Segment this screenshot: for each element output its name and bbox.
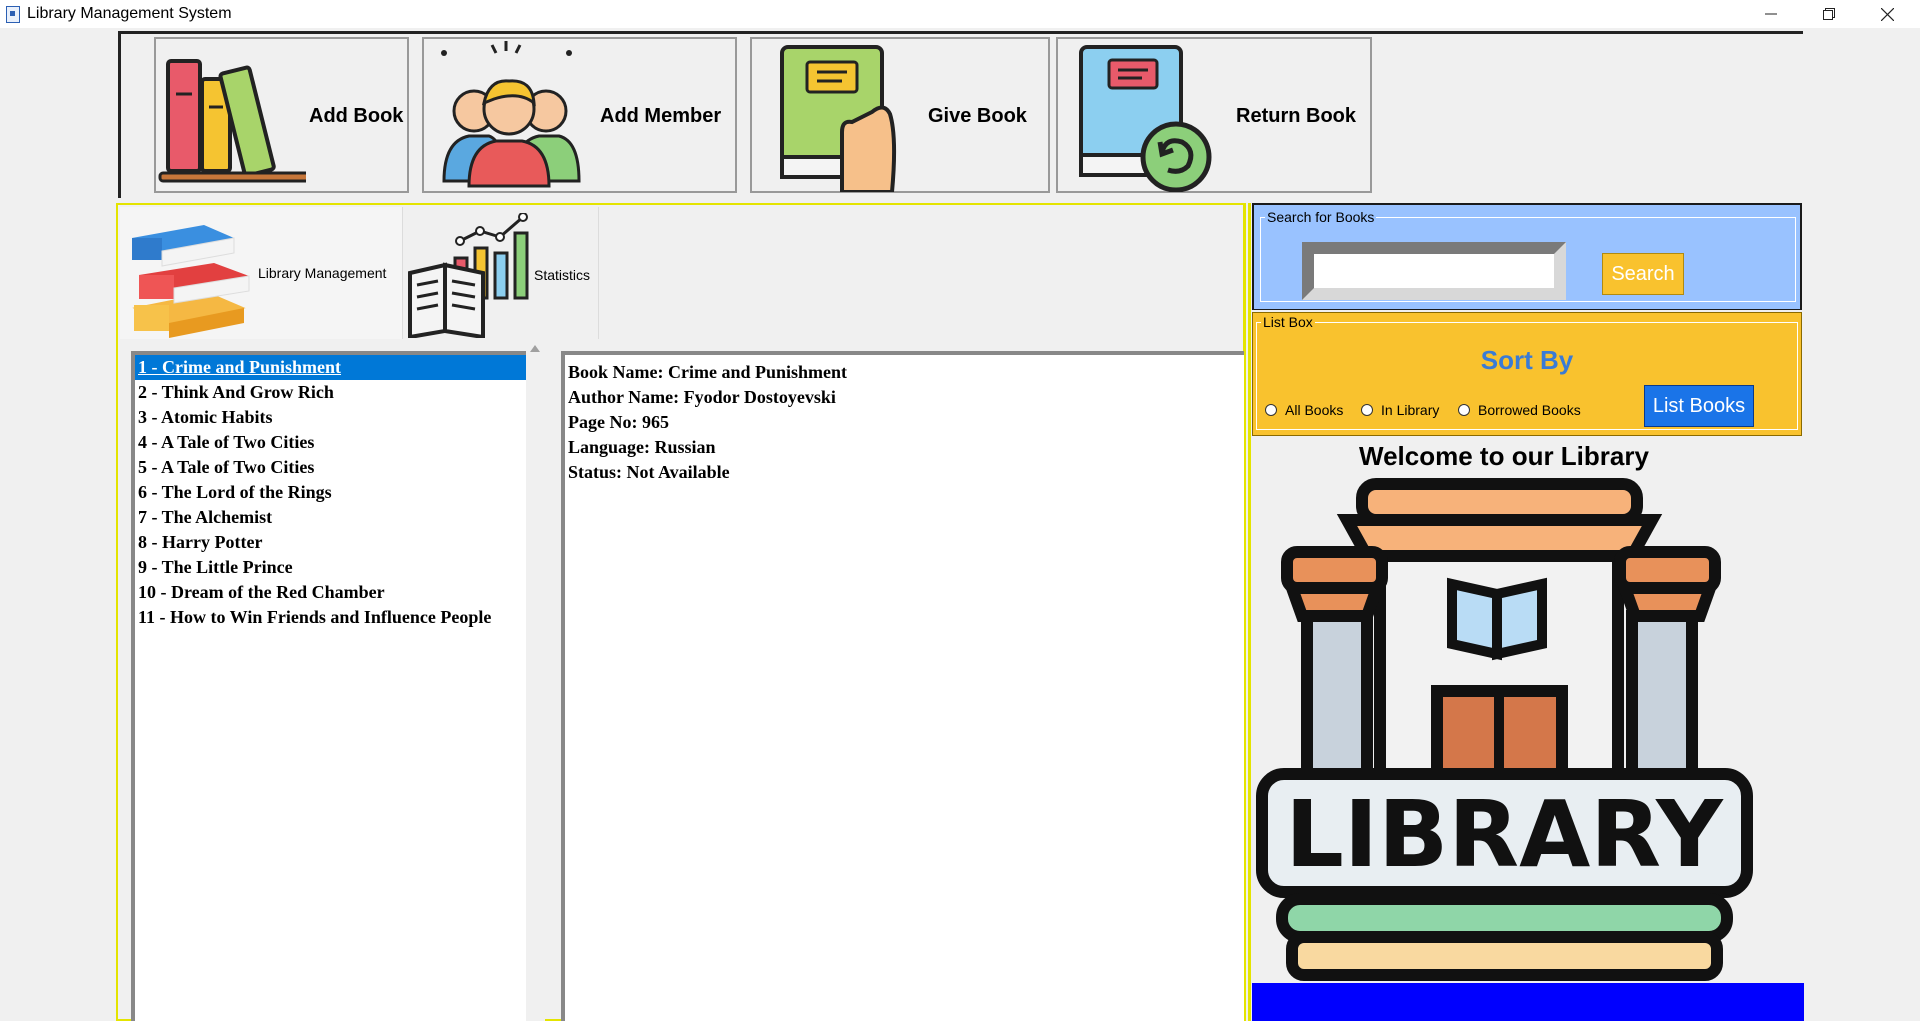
- detail-page-no: Page No: 965: [568, 412, 669, 432]
- books-icon: [158, 59, 306, 183]
- list-item[interactable]: 7 - The Alchemist: [135, 505, 526, 530]
- list-item[interactable]: 10 - Dream of the Red Chamber: [135, 580, 526, 605]
- listbox-scrollbar[interactable]: [526, 340, 545, 1021]
- list-item[interactable]: 3 - Atomic Habits: [135, 405, 526, 430]
- library-building-icon: LIBRARY: [1256, 478, 1753, 981]
- add-book-button[interactable]: Add Book: [154, 37, 409, 193]
- list-item[interactable]: 8 - Harry Potter: [135, 530, 526, 555]
- return-book-icon: [1079, 45, 1212, 192]
- members-icon: [441, 41, 581, 188]
- list-item[interactable]: 2 - Think And Grow Rich: [135, 380, 526, 405]
- detail-language: Language: Russian: [568, 437, 716, 457]
- restore-button[interactable]: [1800, 0, 1858, 28]
- close-button[interactable]: [1858, 0, 1916, 28]
- statistics-icon: [408, 213, 529, 338]
- give-book-label: Give Book: [928, 105, 1027, 127]
- minimize-button[interactable]: [1742, 0, 1800, 28]
- list-books-button[interactable]: List Books: [1644, 385, 1754, 427]
- tab-statistics-label: Statistics: [534, 267, 591, 283]
- radio-borrowed-books[interactable]: Borrowed Books: [1458, 402, 1581, 418]
- radio-circle-icon[interactable]: [1265, 404, 1277, 416]
- window-title: Library Management System: [27, 5, 232, 22]
- app-icon: [6, 6, 20, 23]
- list-box-group: List Box Sort By All Books In Library Bo…: [1256, 314, 1798, 430]
- scroll-up-arrow-icon[interactable]: [530, 345, 540, 352]
- list-item[interactable]: 6 - The Lord of the Rings: [135, 480, 526, 505]
- list-item[interactable]: 5 - A Tale of Two Cities: [135, 455, 526, 480]
- toolbar: Add Book Add Member Give Book Return Boo…: [118, 31, 1803, 198]
- search-group: Search for Books Search: [1260, 209, 1796, 302]
- search-frame: Search for Books Search: [1252, 203, 1802, 310]
- list-item[interactable]: 1 - Crime and Punishment: [135, 355, 526, 380]
- search-button[interactable]: Search: [1602, 253, 1684, 295]
- detail-author-name: Author Name: Fyodor Dostoyevski: [568, 387, 836, 407]
- radio-in-library[interactable]: In Library: [1361, 402, 1439, 418]
- tab-library-management-label: Library Management: [258, 265, 387, 281]
- radio-all-books-label: All Books: [1285, 402, 1344, 418]
- radio-borrowed-books-label: Borrowed Books: [1478, 402, 1581, 418]
- give-book-button[interactable]: Give Book: [750, 37, 1050, 193]
- library-sign-text: LIBRARY: [1285, 781, 1724, 888]
- return-book-label: Return Book: [1236, 105, 1356, 127]
- minimize-icon: [1765, 13, 1777, 15]
- detail-status: Status: Not Available: [568, 462, 730, 482]
- close-icon: [1880, 7, 1894, 21]
- sort-by-heading: Sort By: [1480, 345, 1574, 375]
- book-details-box: Book Name: Crime and Punishment Author N…: [561, 351, 1244, 1021]
- add-book-label: Add Book: [309, 105, 404, 127]
- book-listbox[interactable]: 1 - Crime and Punishment 2 - Think And G…: [131, 351, 526, 1021]
- radio-circle-icon[interactable]: [1458, 404, 1470, 416]
- radio-in-library-label: In Library: [1381, 402, 1440, 418]
- radio-circle-icon[interactable]: [1361, 404, 1373, 416]
- return-book-button[interactable]: Return Book: [1056, 37, 1372, 193]
- add-member-label: Add Member: [600, 105, 722, 127]
- list-item[interactable]: 4 - A Tale of Two Cities: [135, 430, 526, 455]
- book-stack-icon: [132, 225, 250, 338]
- tab-library-management[interactable]: Library Management: [120, 207, 402, 339]
- search-input[interactable]: [1302, 242, 1566, 300]
- add-member-button[interactable]: Add Member: [422, 37, 737, 193]
- bottom-status-bar: [1252, 983, 1804, 1021]
- give-book-icon: [780, 45, 897, 192]
- tab-statistics[interactable]: Statistics: [402, 207, 599, 339]
- library-illustration: LIBRARY: [1252, 474, 1758, 987]
- title-bar: Library Management System: [0, 0, 1920, 28]
- list-item[interactable]: 9 - The Little Prince: [135, 555, 526, 580]
- welcome-heading: Welcome to our Library: [1359, 441, 1649, 471]
- list-box-group-label: List Box: [1261, 314, 1315, 330]
- restore-icon: [1823, 8, 1835, 20]
- detail-book-name: Book Name: Crime and Punishment: [568, 362, 848, 382]
- radio-all-books[interactable]: All Books: [1265, 402, 1343, 418]
- search-group-label: Search for Books: [1265, 209, 1377, 225]
- list-box-frame: List Box Sort By All Books In Library Bo…: [1252, 312, 1802, 436]
- list-item[interactable]: 11 - How to Win Friends and Influence Pe…: [135, 605, 526, 630]
- panel-divider: [1248, 203, 1251, 1021]
